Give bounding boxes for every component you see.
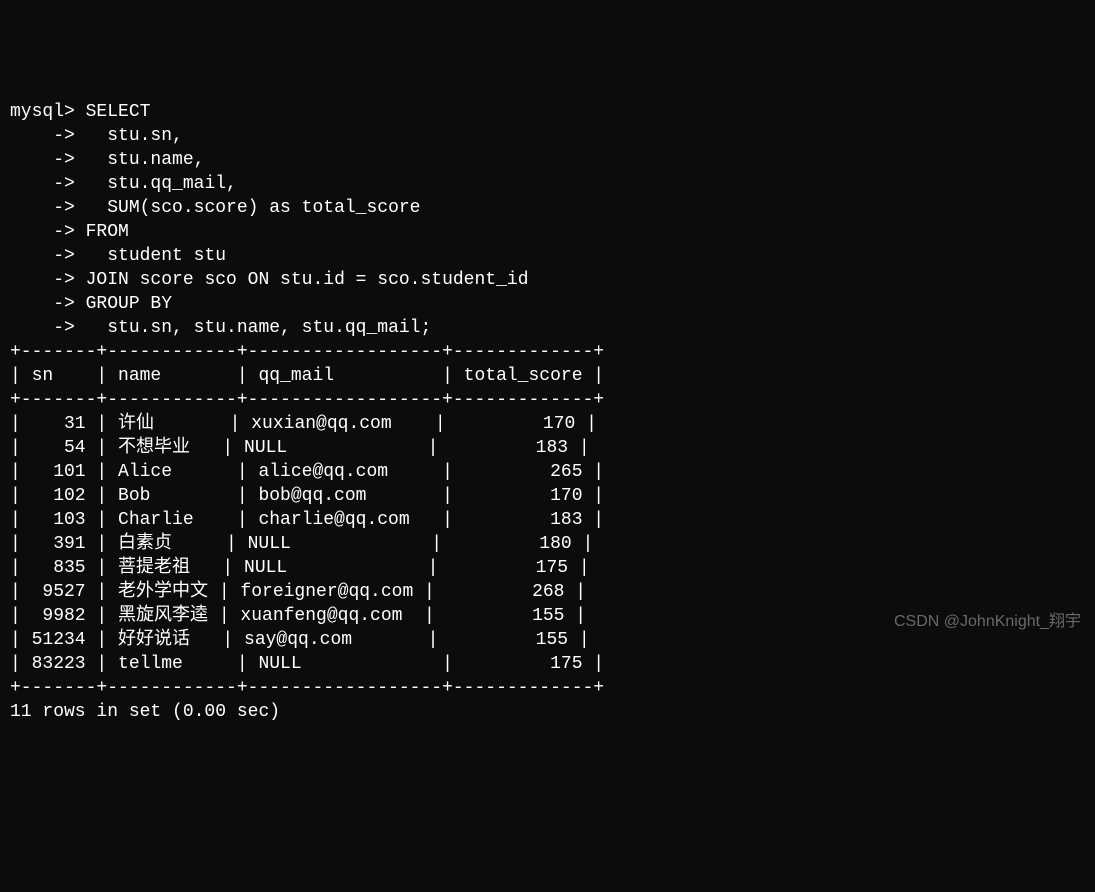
prompt-cont: ->	[10, 318, 86, 338]
prompt-cont: ->	[10, 270, 86, 290]
query-line-8: GROUP BY	[86, 294, 172, 314]
prompt-cont: ->	[10, 198, 86, 218]
query-line-4: SUM(sco.score) as total_score	[86, 198, 421, 218]
prompt-cont: ->	[10, 174, 86, 194]
query-line-9: stu.sn, stu.name, stu.qq_mail;	[86, 318, 432, 338]
prompt-cont: ->	[10, 222, 86, 242]
query-line-0: SELECT	[86, 102, 151, 122]
watermark: CSDN @JohnKnight_翔宇	[894, 610, 1081, 634]
query-line-2: stu.name,	[86, 150, 205, 170]
query-line-6: student stu	[86, 246, 226, 266]
prompt-cont: ->	[10, 126, 86, 146]
result-footer: 11 rows in set (0.00 sec)	[10, 702, 280, 722]
prompt-cont: ->	[10, 246, 86, 266]
query-line-3: stu.qq_mail,	[86, 174, 237, 194]
prompt-main: mysql>	[10, 102, 86, 122]
query-line-5: FROM	[86, 222, 129, 242]
prompt-cont: ->	[10, 150, 86, 170]
table-border-bottom: +-------+------------+------------------…	[10, 678, 604, 698]
table-border-top: +-------+------------+------------------…	[10, 342, 604, 362]
prompt-cont: ->	[10, 294, 86, 314]
query-line-7: JOIN score sco ON stu.id = sco.student_i…	[86, 270, 529, 290]
query-line-1: stu.sn,	[86, 126, 183, 146]
table-header-row: | sn | name | qq_mail | total_score |	[10, 366, 604, 386]
table-border-header: +-------+------------+------------------…	[10, 390, 604, 410]
